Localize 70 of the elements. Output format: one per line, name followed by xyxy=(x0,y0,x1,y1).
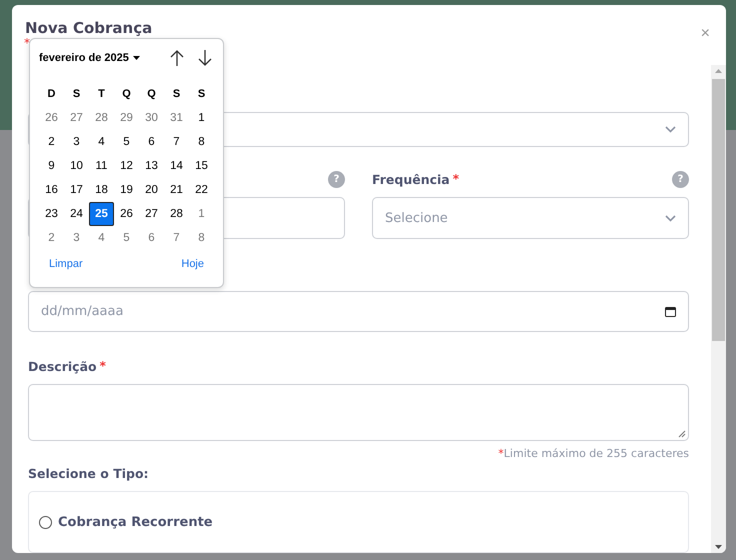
option-label: Cobrança Recorrente xyxy=(58,514,213,530)
calendar-day[interactable]: 27 xyxy=(139,202,164,226)
required-mark: * xyxy=(24,37,30,49)
calendar-day[interactable]: 16 xyxy=(39,178,64,202)
calendar-day[interactable]: 21 xyxy=(164,178,189,202)
radio-button[interactable] xyxy=(39,516,52,528)
calendar-day[interactable]: 14 xyxy=(164,154,189,178)
resize-handle-icon xyxy=(678,430,686,438)
weekday-label: S xyxy=(172,86,182,102)
field-label: Descrição * xyxy=(28,358,106,374)
calendar-day[interactable]: 26 xyxy=(114,202,139,226)
arrow-up-icon[interactable] xyxy=(169,49,185,67)
calendar-day[interactable]: 17 xyxy=(64,178,89,202)
calendar-day[interactable]: 19 xyxy=(114,178,139,202)
caret-icon xyxy=(132,56,140,60)
calendar-day[interactable]: 27 xyxy=(64,106,89,130)
weekday-label: S xyxy=(72,86,82,102)
calendar-day[interactable]: 4 xyxy=(89,130,114,154)
calendar-day[interactable]: 20 xyxy=(139,178,164,202)
calendar-day[interactable]: 5 xyxy=(114,130,139,154)
calendar-day[interactable]: 28 xyxy=(89,106,114,130)
weekday-label: Q xyxy=(146,86,157,102)
scrollbar[interactable] xyxy=(711,65,726,553)
calendar-day[interactable]: 2 xyxy=(39,130,64,154)
calendar-day[interactable]: 22 xyxy=(189,178,214,202)
calendar-day[interactable]: 4 xyxy=(89,226,114,250)
description-field[interactable] xyxy=(28,384,689,441)
calendar-day[interactable]: 7 xyxy=(164,226,189,250)
calendar-day[interactable]: 30 xyxy=(139,106,164,130)
calendar-day[interactable]: 12 xyxy=(114,154,139,178)
weekday-label: Q xyxy=(121,86,132,102)
modal-title: Nova Cobrança xyxy=(25,19,152,37)
calendar-day[interactable]: 8 xyxy=(189,130,214,154)
section-label: Selecione o Tipo: xyxy=(28,466,150,481)
field-label: Frequência * xyxy=(372,172,460,186)
calendar-day[interactable]: 5 xyxy=(114,226,139,250)
chevron-icon xyxy=(665,214,676,222)
calendar-day[interactable]: 11 xyxy=(89,154,114,178)
today-link[interactable]: Hoje xyxy=(181,258,204,270)
calendar-day[interactable]: 2 xyxy=(39,226,64,250)
calendar-day[interactable]: 3 xyxy=(64,130,89,154)
calendar-day[interactable]: 6 xyxy=(139,226,164,250)
calendar-day[interactable]: 13 xyxy=(139,154,164,178)
calendar-day[interactable]: 28 xyxy=(164,202,189,226)
calendar-day[interactable]: 7 xyxy=(164,130,189,154)
calendar-day[interactable]: 29 xyxy=(114,106,139,130)
calendar-day[interactable]: 31 xyxy=(164,106,189,130)
calendar-day[interactable]: 10 xyxy=(64,154,89,178)
calendar-day[interactable]: 26 xyxy=(39,106,64,130)
character-limit-hint: *Limite máximo de 255 caracteres xyxy=(498,447,689,460)
calendar-day[interactable]: 1 xyxy=(189,106,214,130)
weekday-label: T xyxy=(97,86,106,102)
calendar-day[interactable]: 6 xyxy=(139,130,164,154)
calendar-day[interactable]: 24 xyxy=(64,202,89,226)
calendar-icon[interactable] xyxy=(665,306,676,317)
arrow-down-icon[interactable] xyxy=(197,49,213,67)
calendar-day[interactable]: 25 xyxy=(89,202,114,226)
calendar-day[interactable]: 15 xyxy=(189,154,214,178)
option-card[interactable]: Cobrança Recorrente xyxy=(28,491,689,553)
calendar-day[interactable]: 9 xyxy=(39,154,64,178)
calendar-day[interactable]: 1 xyxy=(189,202,214,226)
calendar-day[interactable]: 8 xyxy=(189,226,214,250)
calendar-day[interactable]: 23 xyxy=(39,202,64,226)
weekday-label: D xyxy=(46,86,56,102)
clear-link[interactable]: Limpar xyxy=(49,258,83,270)
calendar-day[interactable]: 18 xyxy=(89,178,114,202)
month-selector[interactable]: fevereiro de 2025 xyxy=(39,52,140,64)
weekday-label: S xyxy=(196,86,206,102)
chevron-icon xyxy=(665,126,676,133)
calendar-day[interactable]: 3 xyxy=(64,226,89,250)
